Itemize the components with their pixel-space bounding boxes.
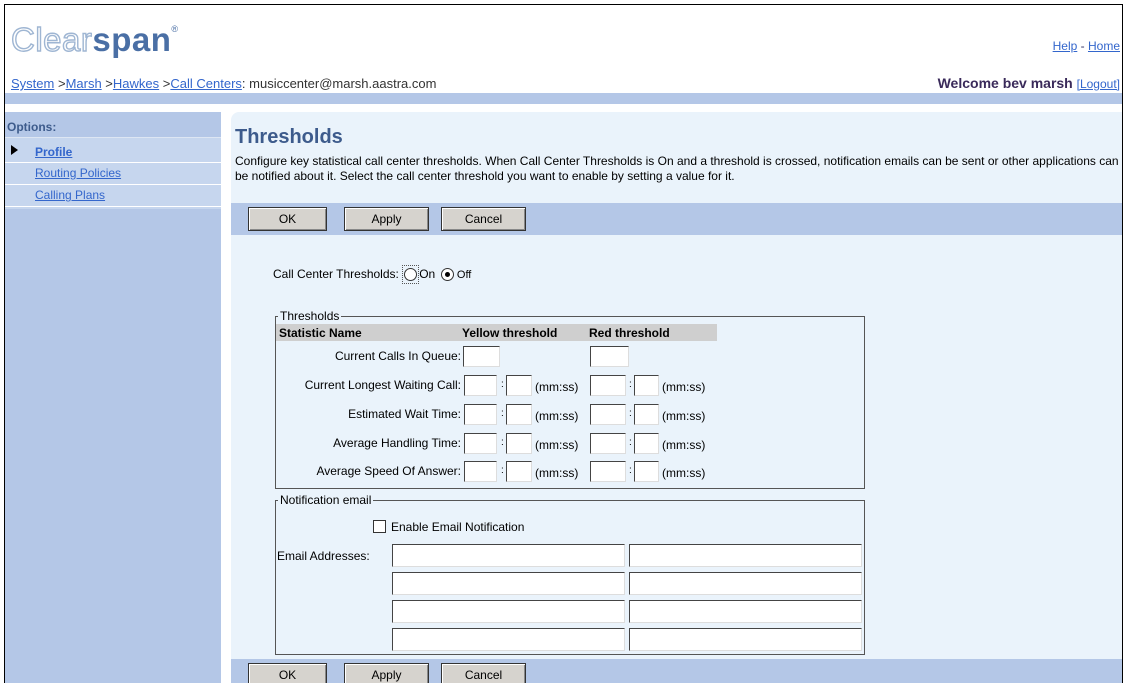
breadcrumb-call-centers[interactable]: Call Centers — [170, 76, 242, 91]
red-sec-input[interactable] — [634, 404, 659, 425]
off-label: Off — [456, 269, 472, 281]
enable-email-checkbox[interactable] — [373, 520, 386, 533]
breadcrumb-hawkes[interactable]: Hawkes — [113, 76, 159, 91]
cancel-button[interactable]: Cancel — [441, 207, 526, 231]
unit-label: (mm:ss) — [662, 438, 706, 452]
row-label: Estimated Wait Time: — [348, 407, 461, 421]
row-label: Current Longest Waiting Call: — [304, 378, 461, 392]
unit-label: (mm:ss) — [535, 409, 579, 423]
yellow-min-input[interactable] — [464, 404, 497, 425]
toplinks-sep: - — [1077, 39, 1088, 53]
ok-button[interactable]: OK — [248, 663, 327, 683]
email-address-input[interactable] — [629, 572, 862, 595]
bottom-button-bar: OK Apply Cancel — [231, 659, 1122, 683]
email-address-input[interactable] — [392, 544, 625, 567]
options-separator — [5, 162, 221, 163]
apply-button[interactable]: Apply — [344, 663, 429, 683]
apply-button[interactable]: Apply — [344, 207, 429, 231]
logout-link[interactable]: [Logout] — [1077, 77, 1120, 91]
col-red-threshold: Red threshold — [589, 326, 670, 340]
options-sidebar: Options: Profile Routing Policies Callin… — [5, 112, 221, 683]
yellow-min-input[interactable] — [464, 433, 497, 454]
breadcrumb: System >Marsh >Hawkes >Call Centers: mus… — [11, 76, 437, 91]
yellow-sec-input[interactable] — [506, 404, 532, 425]
options-header: Options: — [7, 120, 57, 134]
red-sec-input[interactable] — [634, 375, 659, 396]
email-address-input[interactable] — [392, 600, 625, 623]
yellow-min-input[interactable] — [464, 461, 497, 482]
on-radio-focus — [402, 265, 420, 284]
red-min-input[interactable] — [590, 404, 626, 425]
table-header: Statistic Name Yellow threshold Red thre… — [276, 324, 717, 341]
unit-label: (mm:ss) — [662, 409, 706, 423]
page-title: Thresholds — [235, 126, 343, 148]
ok-button[interactable]: OK — [248, 207, 327, 231]
email-address-input[interactable] — [629, 544, 862, 567]
row-label: Current Calls In Queue: — [334, 349, 461, 363]
app-frame: Clearspan® Help - Home System >Marsh >Ha… — [4, 4, 1123, 683]
yellow-min-input[interactable] — [464, 375, 497, 396]
active-arrow-icon — [11, 145, 18, 155]
sidebar-item-calling-plans[interactable]: Calling Plans — [35, 188, 105, 202]
home-link[interactable]: Home — [1088, 39, 1120, 53]
unit-label: (mm:ss) — [535, 466, 579, 480]
red-min-input[interactable] — [590, 375, 626, 396]
cancel-button[interactable]: Cancel — [441, 663, 526, 683]
email-address-input[interactable] — [392, 628, 625, 651]
yellow-sec-input[interactable] — [506, 375, 532, 396]
unit-label: (mm:ss) — [662, 380, 706, 394]
unit-label: (mm:ss) — [535, 380, 579, 394]
thresholds-toggle-label: Call Center Thresholds: — [273, 267, 399, 281]
top-links: Help - Home — [1053, 39, 1120, 53]
welcome-message: Welcome bev marsh [Logout] — [937, 75, 1120, 91]
red-sec-input[interactable] — [634, 461, 659, 482]
breadcrumb-marsh[interactable]: Marsh — [66, 76, 102, 91]
options-separator — [5, 206, 221, 207]
row-label: Average Speed Of Answer: — [316, 464, 461, 478]
red-calls-input[interactable] — [590, 346, 629, 367]
thresholds-table: Statistic Name Yellow threshold Red thre… — [276, 324, 864, 486]
unit-label: (mm:ss) — [535, 438, 579, 452]
thresholds-toggle: Call Center Thresholds: On Off — [273, 265, 472, 284]
sidebar-item-routing-policies[interactable]: Routing Policies — [35, 166, 121, 180]
notification-legend: Notification email — [280, 493, 372, 507]
email-address-input[interactable] — [629, 628, 862, 651]
yellow-sec-input[interactable] — [506, 433, 532, 454]
sidebar-item-profile[interactable]: Profile — [35, 145, 72, 159]
row-label: Average Handling Time: — [333, 436, 461, 450]
yellow-sec-input[interactable] — [506, 461, 532, 482]
options-separator — [5, 184, 221, 185]
top-button-bar: OK Apply Cancel — [231, 203, 1122, 235]
clearspan-logo: Clearspan® — [10, 21, 179, 58]
help-link[interactable]: Help — [1053, 39, 1078, 53]
email-addresses-label: Email Addresses: — [277, 549, 370, 563]
main-content: Thresholds Configure key statistical cal… — [231, 112, 1122, 683]
header-divider — [5, 93, 1122, 104]
col-yellow-threshold: Yellow threshold — [462, 326, 558, 340]
on-radio[interactable] — [404, 268, 418, 282]
email-address-input[interactable] — [392, 572, 625, 595]
red-min-input[interactable] — [590, 461, 626, 482]
col-statistic-name: Statistic Name — [279, 326, 362, 340]
email-address-input[interactable] — [629, 600, 862, 623]
on-label: On — [419, 267, 436, 281]
breadcrumb-current: : musiccenter@marsh.aastra.com — [241, 76, 437, 91]
yellow-calls-input[interactable] — [463, 346, 500, 367]
enable-email-label: Enable Email Notification — [391, 520, 525, 534]
thresholds-legend: Thresholds — [280, 309, 340, 323]
off-radio[interactable] — [440, 268, 454, 282]
page-description: Configure key statistical call center th… — [235, 154, 1119, 183]
unit-label: (mm:ss) — [662, 466, 706, 480]
red-min-input[interactable] — [590, 433, 626, 454]
red-sec-input[interactable] — [634, 433, 659, 454]
breadcrumb-system[interactable]: System — [11, 76, 54, 91]
